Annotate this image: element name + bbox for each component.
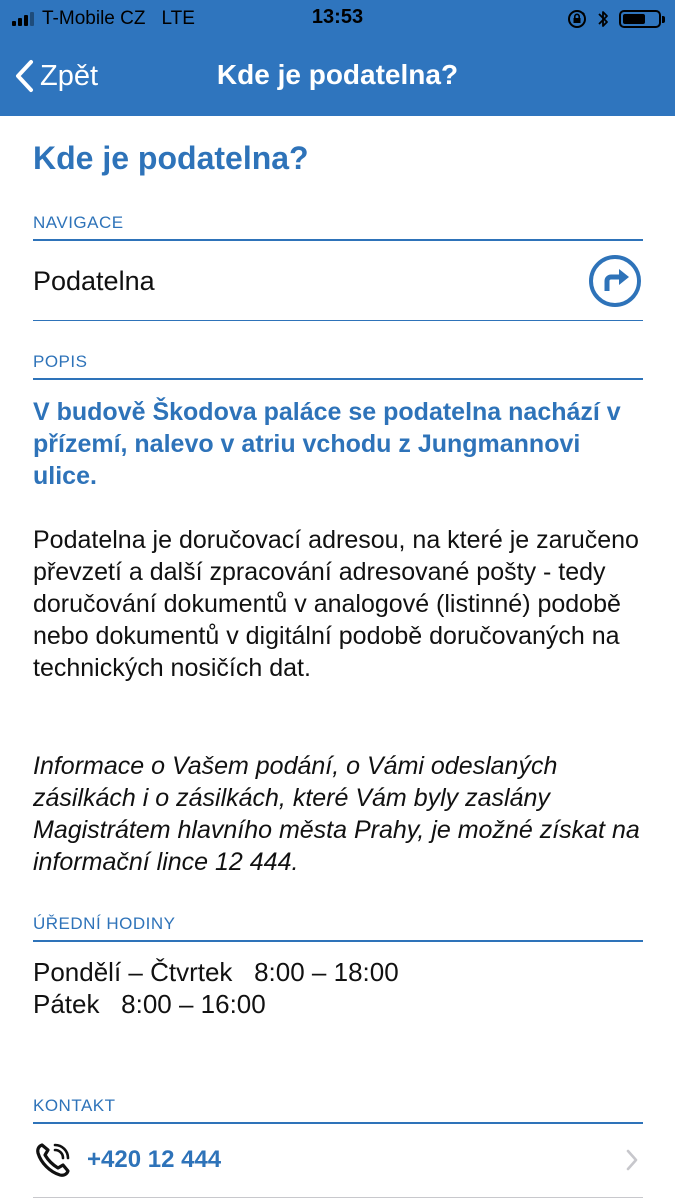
chevron-left-icon	[16, 60, 33, 92]
navigation-divider	[33, 320, 643, 321]
office-hours-line: Pátek 8:00 – 16:00	[33, 989, 266, 1019]
contact-divider	[33, 1197, 643, 1198]
description-paragraph: Podatelna je doručovací adresou, na kter…	[33, 526, 639, 682]
back-button[interactable]: Zpět	[14, 54, 98, 98]
office-hours-line: Pondělí – Čtvrtek 8:00 – 18:00	[33, 957, 399, 987]
description-lead: V budově Škodova paláce se podatelna nac…	[33, 398, 621, 490]
office-hours-section-header: ÚŘEDNÍ HODINY	[33, 914, 643, 942]
navigation-item[interactable]: Podatelna	[33, 242, 643, 320]
status-right	[567, 7, 665, 31]
contact-phone-row[interactable]: +420 12 444	[33, 1120, 643, 1200]
navigation-bar: Zpět Kde je podatelna?	[0, 36, 675, 116]
status-bar: T-Mobile CZ LTE 13:53	[0, 0, 675, 36]
navigation-section-header: NAVIGACE	[33, 213, 643, 241]
contact-phone-label: +420 12 444	[87, 1146, 222, 1173]
lock-rotation-icon	[568, 10, 586, 28]
office-hours: Pondělí – Čtvrtek 8:00 – 18:00 Pátek 8:0…	[33, 956, 643, 1020]
battery-icon	[619, 10, 665, 28]
phone-icon	[36, 1143, 70, 1177]
description-italic-paragraph: Informace o Vašem podání, o Vámi odeslan…	[33, 752, 640, 876]
screen: T-Mobile CZ LTE 13:53 Zpět Kde je podate…	[0, 0, 675, 1200]
back-label: Zpět	[40, 59, 99, 92]
chevron-right-icon	[626, 1149, 638, 1171]
directions-icon[interactable]	[587, 253, 643, 309]
page-title: Kde je podatelna?	[33, 140, 309, 176]
navigation-item-label: Podatelna	[33, 265, 155, 296]
nav-title: Kde je podatelna?	[216, 59, 459, 90]
description-section-header: POPIS	[33, 352, 643, 380]
bluetooth-icon	[598, 11, 608, 27]
